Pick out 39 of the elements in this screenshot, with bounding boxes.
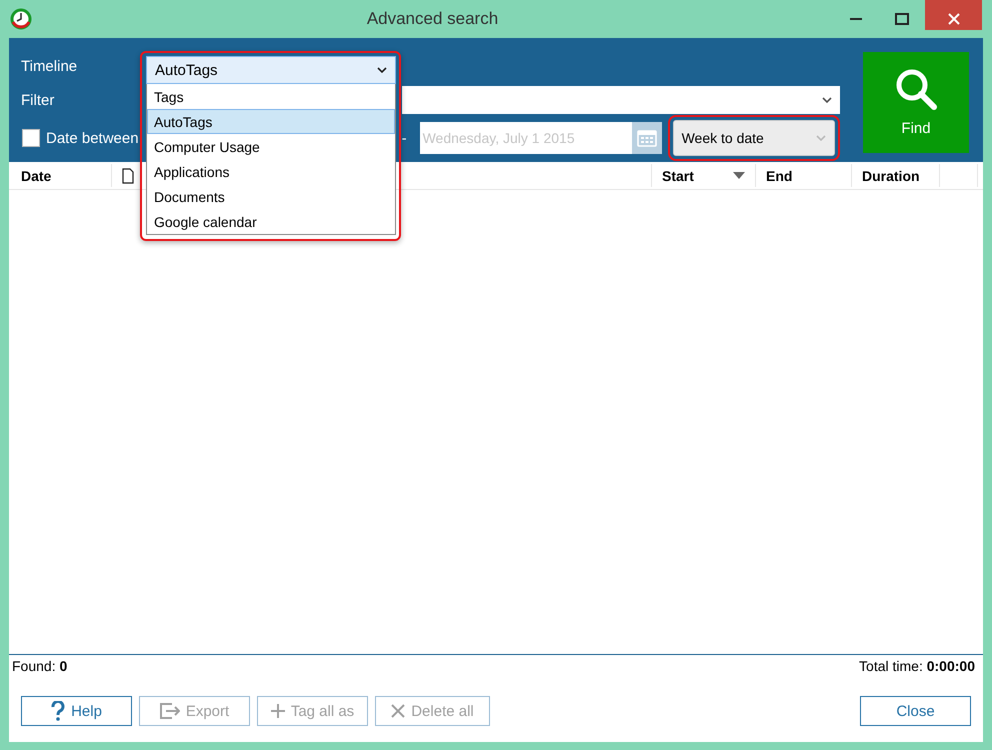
timeline-label: Timeline <box>21 58 78 74</box>
search-icon <box>895 68 937 110</box>
column-header[interactable]: Date <box>9 164 112 187</box>
column-header[interactable]: Duration <box>852 164 940 187</box>
date-between-label: Date between <box>46 130 139 146</box>
dropdown-option[interactable]: Documents <box>147 184 395 209</box>
filter-label: Filter <box>21 92 56 108</box>
sort-arrow-icon <box>733 172 745 179</box>
help-button[interactable]: Help <box>21 696 132 726</box>
total-time: Total time: 0:00:00 <box>859 658 975 674</box>
close-icon <box>948 13 960 25</box>
close-button[interactable]: Close <box>860 696 971 726</box>
document-icon <box>122 168 134 184</box>
timeline-dropdown[interactable]: AutoTags <box>146 56 396 84</box>
dropdown-option[interactable]: Google calendar <box>147 209 395 234</box>
dropdown-option[interactable]: Tags <box>147 84 395 109</box>
window-title: Advanced search <box>366 9 500 29</box>
calendar-icon <box>636 129 657 147</box>
question-icon <box>51 701 66 721</box>
cross-icon <box>391 704 406 718</box>
column-header[interactable]: End <box>756 164 852 187</box>
find-button[interactable]: Find <box>863 52 969 153</box>
filter-field[interactable] <box>402 86 840 114</box>
dropdown-option[interactable]: Computer Usage <box>147 134 395 159</box>
plus-icon <box>270 704 285 718</box>
clock-icon <box>10 8 32 30</box>
column-header[interactable]: Start <box>652 164 756 187</box>
calendar-button[interactable] <box>632 122 662 154</box>
found-count: Found: 0 <box>12 658 68 674</box>
export-icon <box>160 703 180 719</box>
maximize-icon <box>895 13 909 25</box>
close-window-button[interactable] <box>925 0 982 30</box>
dropdown-option[interactable]: AutoTags <box>147 109 395 134</box>
chevron-icon <box>822 97 832 103</box>
dropdown-option[interactable]: Applications <box>147 159 395 184</box>
date-separator: - <box>402 130 408 146</box>
chevron-icon <box>377 67 387 73</box>
minimize-icon <box>850 18 862 20</box>
chevron-icon <box>816 135 826 141</box>
